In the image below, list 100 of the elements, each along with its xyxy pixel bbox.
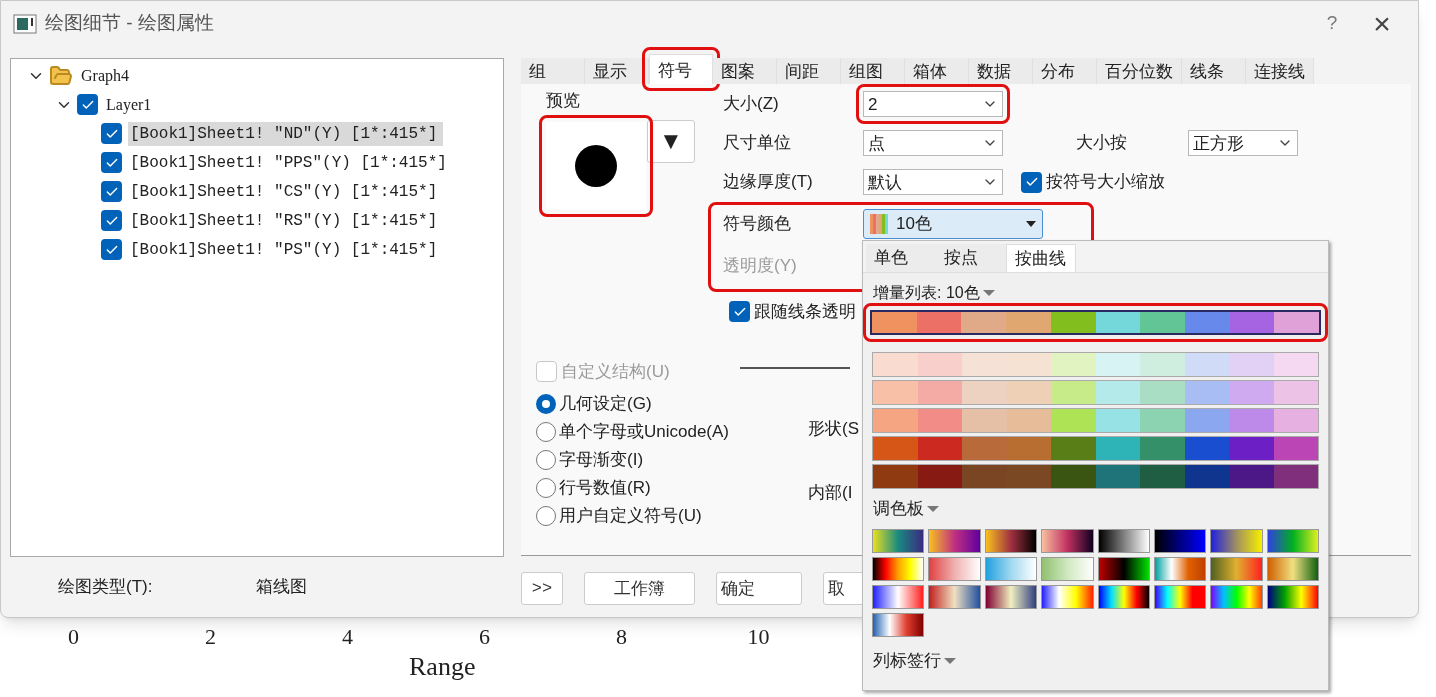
symbol-menu-button[interactable]: ▼: [647, 119, 695, 163]
tab[interactable]: 连接线: [1246, 58, 1314, 84]
gradient-swatch[interactable]: [1097, 557, 1150, 581]
tree-item[interactable]: [Book1]Sheet1! ″ND″(Y) [1*:415*]: [128, 121, 444, 146]
tab[interactable]: 图案: [713, 58, 777, 84]
gradient-swatch[interactable]: [928, 529, 981, 553]
gradient-swatch[interactable]: [1153, 585, 1207, 609]
dropdown-field[interactable]: 默认: [863, 169, 1003, 195]
help-button[interactable]: ?: [1312, 9, 1352, 38]
caret-icon: [926, 505, 940, 513]
gradient-swatch[interactable]: [928, 585, 981, 609]
gradient-swatch[interactable]: [984, 557, 1038, 581]
tab[interactable]: 符号: [649, 54, 713, 84]
folder-icon: [49, 63, 73, 88]
tree-item[interactable]: Graph4: [79, 63, 131, 88]
gradient-swatch[interactable]: [1097, 585, 1150, 609]
dropdown-field[interactable]: 点: [863, 130, 1003, 156]
checkbox-label: 跟随线条透明: [754, 301, 856, 323]
gradient-swatch[interactable]: [1041, 585, 1094, 609]
gradient-swatch[interactable]: [872, 585, 925, 609]
radio-button[interactable]: [536, 506, 556, 526]
checkbox[interactable]: [729, 301, 750, 323]
gradient-swatch[interactable]: [872, 613, 925, 637]
color-dropdown[interactable]: 10色: [863, 209, 1043, 239]
tab[interactable]: 箱体: [905, 58, 969, 84]
preview-label: 预览: [546, 91, 580, 110]
gradient-swatch[interactable]: [1097, 529, 1150, 553]
field-label: 形状(S: [808, 418, 859, 440]
palette-row[interactable]: [872, 464, 1319, 489]
plot-type-label: 绘图类型(T):: [58, 576, 154, 598]
gradient-swatch[interactable]: [1266, 529, 1319, 553]
dropdown-field[interactable]: 2: [863, 91, 1003, 117]
tab[interactable]: 数据: [969, 58, 1033, 84]
gradient-swatch[interactable]: [1041, 557, 1094, 581]
gradient-swatch[interactable]: [1210, 585, 1263, 609]
axis-tick-label: 0: [67, 622, 80, 651]
gradient-swatch[interactable]: [872, 557, 925, 581]
tree-item[interactable]: [Book1]Sheet1! ″PPS″(Y) [1*:415*]: [128, 150, 449, 175]
gradient-swatch[interactable]: [984, 585, 1038, 609]
tab[interactable]: 百分位数: [1097, 58, 1182, 84]
palette-stripes-icon: [870, 214, 888, 234]
field-label: 边缘厚度(T): [723, 171, 814, 194]
checkbox[interactable]: [77, 94, 98, 115]
radio-button[interactable]: [536, 422, 556, 442]
checkbox-label: 自定义结构(U): [561, 360, 670, 383]
radio-button[interactable]: [536, 478, 556, 498]
tree-item[interactable]: [Book1]Sheet1! ″PS″(Y) [1*:415*]: [128, 237, 440, 262]
close-button[interactable]: ×: [1352, 1, 1412, 46]
tab[interactable]: 组图: [841, 58, 905, 84]
tab[interactable]: 显示: [585, 58, 649, 84]
gradient-swatch[interactable]: [1153, 557, 1207, 581]
radio-label: 单个字母或Unicode(A): [559, 421, 730, 444]
checkbox[interactable]: [101, 152, 122, 173]
gradient-swatch[interactable]: [1153, 529, 1207, 553]
tab[interactable]: 单色: [866, 244, 936, 272]
tab[interactable]: 线条: [1182, 58, 1246, 84]
caret-icon: [1026, 221, 1036, 227]
checkbox[interactable]: [101, 181, 122, 202]
gradient-swatch[interactable]: [1210, 557, 1263, 581]
checkbox[interactable]: [101, 210, 122, 231]
dialog-button[interactable]: 确定: [716, 572, 802, 605]
tab[interactable]: 分布: [1033, 58, 1097, 84]
palette-label: 调色板: [873, 498, 924, 521]
tree-item[interactable]: Layer1: [104, 92, 154, 117]
gradient-swatch[interactable]: [984, 529, 1038, 553]
radio-label: 几何设定(G): [559, 393, 652, 416]
axis-tick-label: 10: [746, 622, 771, 651]
gradient-swatch[interactable]: [1041, 529, 1094, 553]
checkbox[interactable]: [101, 239, 122, 260]
palette-row[interactable]: [870, 310, 1321, 335]
caret-icon: [981, 289, 996, 297]
palette-row[interactable]: [872, 436, 1319, 461]
tab[interactable]: 组: [521, 58, 585, 84]
radio-label: 用户自定义符号(U): [559, 505, 702, 528]
plot-type-value: 箱线图: [256, 576, 307, 598]
tab[interactable]: 按曲线: [1006, 244, 1076, 272]
checkbox[interactable]: [101, 123, 122, 144]
dialog-button[interactable]: 工作簿: [584, 572, 695, 605]
gradient-swatch[interactable]: [928, 557, 981, 581]
radio-button[interactable]: [536, 394, 556, 414]
checkbox-label: 按符号大小缩放: [1046, 171, 1165, 194]
gradient-swatch[interactable]: [1266, 585, 1319, 609]
axis-tick-label: 2: [204, 622, 217, 651]
gradient-swatch[interactable]: [1266, 557, 1319, 581]
field-label: 大小(Z): [723, 93, 780, 116]
axis-tick-label: 4: [341, 622, 354, 651]
tree-item[interactable]: [Book1]Sheet1! ″RS″(Y) [1*:415*]: [128, 208, 440, 233]
tab[interactable]: 按点: [936, 244, 1006, 272]
dropdown-field[interactable]: 正方形: [1188, 130, 1298, 156]
radio-button[interactable]: [536, 450, 556, 470]
checkbox[interactable]: [1021, 171, 1042, 193]
check-icon: [1024, 175, 1039, 189]
filled-circle-icon: [574, 143, 618, 188]
tab[interactable]: 间距: [777, 58, 841, 84]
gradient-swatch[interactable]: [1210, 529, 1263, 553]
dialog-button[interactable]: >>: [521, 572, 563, 605]
radio-label: 行号数值(R): [559, 477, 651, 500]
axis-tick-label: 8: [615, 622, 628, 651]
tree-item[interactable]: [Book1]Sheet1! ″CS″(Y) [1*:415*]: [128, 179, 440, 204]
gradient-swatch[interactable]: [872, 529, 925, 553]
